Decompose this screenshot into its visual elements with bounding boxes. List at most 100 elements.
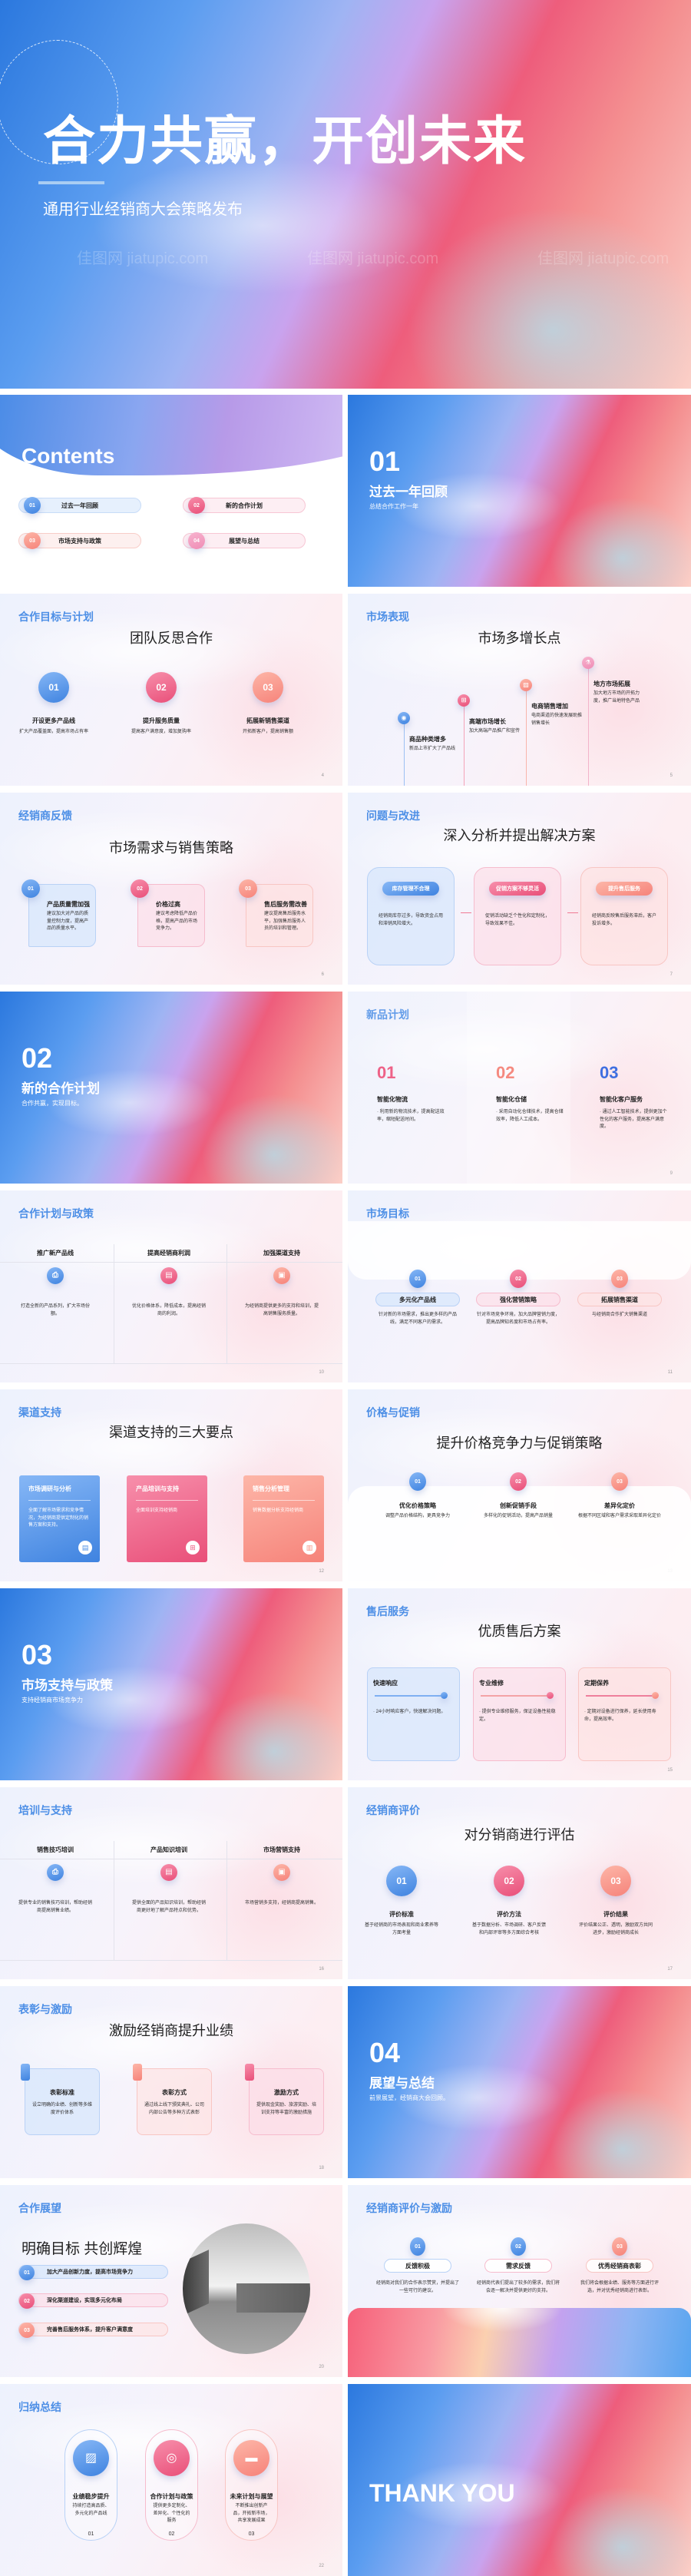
slide-23[interactable]: THANK YOU xyxy=(348,2384,691,2576)
item-text: 扩大产品覆盖面，提高市场占有率 xyxy=(18,730,88,734)
item-text: 基于数据分析、市场调研、客户反馈和内部评审等多方面综合考核 xyxy=(471,1923,546,1935)
goal-pill: 多元化产品线 xyxy=(375,1293,460,1306)
building-wall xyxy=(183,2250,209,2316)
slide-10[interactable]: 合作计划与政策 10 推广新产品线 ⎙ 打造全新的产品系列，扩大市场份额。 提高经销商利润… xyxy=(0,1190,342,1382)
column-heading: 提高经销商利润 xyxy=(147,1250,190,1257)
slide-11[interactable]: 市场目标 11 01 多元化产品线 针对新的市场需求，推出更多样的产品线，满足不同客户的… xyxy=(348,1190,691,1382)
sitemap-icon: ⊞ xyxy=(190,1543,196,1551)
white-band xyxy=(348,1486,691,1581)
column-divider xyxy=(226,1841,227,1960)
slide-section-label: 合作展望 xyxy=(18,2202,61,2214)
slider-knob xyxy=(652,1692,659,1699)
slide-title: 优质售后方案 xyxy=(478,1624,561,1639)
contents-item-04[interactable]: 04 展望与总结 xyxy=(183,532,306,549)
slide-section-label: 渠道支持 xyxy=(18,1406,61,1419)
timeline-line xyxy=(464,700,465,786)
card-divider xyxy=(253,1500,315,1501)
timeline-line xyxy=(588,663,589,786)
item-text: 经销商库存过多，导致资金占用和滞销风险增大。 xyxy=(379,914,444,926)
item-heading: 创新促销手段 xyxy=(500,1502,537,1509)
slide-section-label: 售后服务 xyxy=(366,1605,409,1617)
item-text: 调整产品价格结构，更具竞争力 xyxy=(385,1514,450,1518)
section-subtitle: 支持经销商市场竞争力 xyxy=(21,1697,83,1704)
column-heading: 推广新产品线 xyxy=(37,1250,74,1257)
slide-15[interactable]: 售后服务 15 优质售后方案 快速响应 · 24小时响应客户，快速解决问题。 专业维修 · … xyxy=(348,1588,691,1780)
slide-7[interactable]: 问题与改进 7 深入分析并提出解决方案 库存管理不合理 经销商库存过多，导致资金占用和滞… xyxy=(348,793,691,985)
item-text: 多样化的促销活动，提高产品销量 xyxy=(483,1514,553,1518)
slide-title: 激励经销商提升业绩 xyxy=(109,2023,233,2038)
number-circle: 02 xyxy=(131,879,149,898)
column-number: 03 xyxy=(600,1063,619,1082)
slide-3[interactable]: 01 过去一年回顾 总结合作工作一年 xyxy=(348,395,691,587)
item-text: · 利用新的物流技术，提高配送效率，缩短配送时间。 xyxy=(377,1110,445,1122)
slide-17[interactable]: 经销商评价 17 对分销商进行评估 01 评价标准 基于经销商的市场表现和商业素养等方面考… xyxy=(348,1787,691,1979)
slide-6[interactable]: 经销商反馈 6 市场需求与销售策略 01 产品质量需加强 建议加大对产品的质量控制力度，提… xyxy=(0,793,342,985)
contents-item-02[interactable]: 02 新的合作计划 xyxy=(183,497,306,514)
contents-item-03[interactable]: 03 市场支持与政策 xyxy=(18,532,141,549)
item-heading: 评价结果 xyxy=(603,1911,628,1918)
arrow-icon xyxy=(567,912,578,913)
goal-pill: 强化营销策略 xyxy=(476,1293,560,1306)
number-badge: 03 xyxy=(19,2323,35,2338)
item-heading: 电商销售增加 xyxy=(531,703,568,710)
item-text: · 定期对设备进行保养，延长使用寿命，提高效率。 xyxy=(584,1710,656,1722)
card-divider xyxy=(28,1500,91,1501)
item-text: 针对新的市场需求，推出更多样的产品线，满足不同客户的需求。 xyxy=(378,1313,457,1325)
item-text: 建议加大对产品的质量控制力度，提高产品的质量水平。 xyxy=(47,912,89,932)
document-icon: ▤ xyxy=(81,1543,89,1551)
slide-2[interactable]: Contents 01 过去一年回顾 02 新的合作计划 03 市场支持与政策 04 展望与总结 xyxy=(0,395,342,587)
item-text: 与经销商合作扩大销售渠道 xyxy=(591,1313,647,1317)
contents-item-01[interactable]: 01 过去一年回顾 xyxy=(18,497,141,514)
card-text: 销售数据分析支持经销商 xyxy=(253,1508,304,1513)
capsule-number: 02 xyxy=(168,2531,175,2537)
goal-text: 深化渠道建设，实现多元化布局 xyxy=(47,2298,122,2303)
card-icon-badge: ⊞ xyxy=(186,1541,200,1555)
item-heading: 未来计划与展望 xyxy=(230,2493,273,2500)
slide-20[interactable]: 合作展望 20 明确目标 共创辉煌 01 加大产品创新力度，提高市场竞争力 02 深化渠道建… xyxy=(0,2185,342,2377)
table-bottom-divider xyxy=(0,1363,342,1364)
slider-track xyxy=(586,1695,653,1697)
item-heading: 产品质量需加强 xyxy=(47,901,90,908)
column-heading: 加强渠道支持 xyxy=(263,1250,300,1257)
number-circle: 03 xyxy=(600,1866,631,1896)
chart-icon: ▥ xyxy=(306,1543,313,1551)
item-heading: 开设更多产品线 xyxy=(32,717,75,724)
contents-title: Contents xyxy=(21,444,115,468)
slide-18[interactable]: 表彰与激励 18 激励经销商提升业绩 表彰标准 设立明确的业绩、创新等多维度评价体系 表彰… xyxy=(0,1986,342,2178)
slide-8[interactable]: 02 新的合作计划 合作共赢，实现目标。 xyxy=(0,992,342,1184)
slide-5[interactable]: 市场表现 5 市场多增长点 ◉ 商品种类增多 新品上市扩大了产品线 ⊞ 高端市场增长 加大高端产… xyxy=(348,594,691,786)
slide-14[interactable]: 03 市场支持与政策 支持经销商市场竞争力 xyxy=(0,1588,342,1780)
card-tab xyxy=(21,2064,30,2081)
slide-22[interactable]: 归纳总结 22 ▨ 业绩稳步提升 持续打造高品质、多元化的产品线 01 ◎ 合作计划与政策 提供… xyxy=(0,2384,342,2576)
section-title: 新的合作计划 xyxy=(21,1081,100,1096)
item-text: 设立明确的业绩、创新等多维度评价体系 xyxy=(31,2103,92,2115)
item-heading: 表彰方式 xyxy=(162,2089,187,2096)
slide-16[interactable]: 培训与支持 16 销售技巧培训 ⎙ 提供专业的销售技巧培训，帮助经销商提高销售业绩。 产品… xyxy=(0,1787,342,1979)
goal-item-03: 03 完善售后服务体系，提升客户满意度 xyxy=(18,2323,168,2338)
watermark: 佳图网 jiatupic.com xyxy=(77,250,209,267)
slide-12[interactable]: 渠道支持 12 渠道支持的三大要点 市场调研与分析 全面了解市场需求和竞争情况，为经销商… xyxy=(0,1389,342,1581)
number-circle: 01 xyxy=(410,2237,425,2256)
timeline-node: ▨ xyxy=(520,679,532,691)
slide-section-label: 经销商评价 xyxy=(366,1804,420,1816)
item-heading: 专业维修 xyxy=(479,1680,504,1687)
slide-section-label: 表彰与激励 xyxy=(18,2003,72,2015)
item-text: 持续打造高品质、多元化的产品线 xyxy=(72,2504,110,2516)
item-text: 经销商对我们的合作表示赞赏，并提出了一些可行的建议。 xyxy=(375,2281,459,2293)
watermark: 佳图网 jiatupic.com xyxy=(307,250,439,267)
item-heading: 优化价格策略 xyxy=(399,1502,436,1509)
problem-pill: 库存管理不合理 xyxy=(382,882,439,896)
slide-21[interactable]: 经销商评价与激励2101反馈积极经销商对我们的合作表示赞赏，并提出了一些可行的建… xyxy=(348,2185,691,2377)
arrow-icon xyxy=(461,912,471,913)
printer-icon: ⎙ xyxy=(52,1271,58,1280)
item-heading: 价格过高 xyxy=(156,901,180,908)
number-badge: 04 xyxy=(188,532,205,549)
slide-19[interactable]: 04 展望与总结 前景展望，经销商大会回顾。 xyxy=(348,1986,691,2178)
slide-13[interactable]: 价格与促销13提升价格竞争力与促销策略01优化价格策略调整产品价格结构，更具竞争… xyxy=(348,1389,691,1581)
timeline-node: ⊞ xyxy=(458,694,470,707)
cover-slide[interactable]: 合力共赢，开创未来 通用行业经销商大会策略发布 佳图网 jiatupic.com… xyxy=(0,0,691,389)
slide-4[interactable]: 合作目标与计划 4 团队反思合作 01 开设更多产品线 扩大产品覆盖面，提高市场占有率 02… xyxy=(0,594,342,786)
item-text: 新品上市扩大了产品线 xyxy=(409,747,456,751)
slide-9[interactable]: 新品计划 9 01 智能化物流 · 利用新的物流技术，提高配送效率，缩短配送时间。 02 智… xyxy=(348,992,691,1184)
bag-circle: ▣ xyxy=(273,1267,290,1284)
